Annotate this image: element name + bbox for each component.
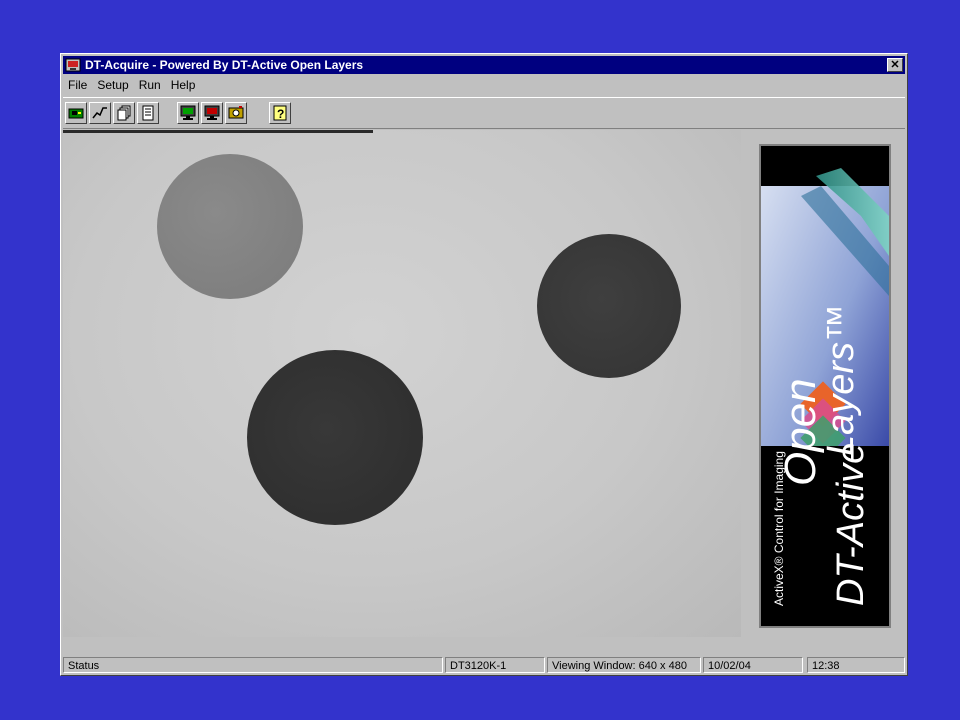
dt-active-open-layers-logo: Open Layers™ DT-Active ActiveX® Control …	[759, 144, 891, 628]
camera-button[interactable]	[225, 102, 247, 124]
logo-brand: DT-Active	[830, 443, 872, 606]
help-button[interactable]: ?	[269, 102, 291, 124]
svg-text:?: ?	[277, 107, 284, 121]
status-bar: Status DT3120K-1 Viewing Window: 640 x 4…	[63, 656, 905, 674]
camera-icon	[228, 106, 244, 119]
logo-graphic: Open Layers™ DT-Active ActiveX® Control …	[761, 146, 889, 626]
status-date: 10/02/04	[703, 657, 803, 673]
status-viewing-window: Viewing Window: 640 x 480	[547, 657, 701, 673]
monitor-green-icon	[180, 105, 196, 120]
graph-button[interactable]	[89, 102, 111, 124]
dark-disk-right	[537, 234, 681, 378]
acquire-button[interactable]	[65, 102, 87, 124]
status-time: 12:38	[807, 657, 905, 673]
viewport-top-edge	[63, 130, 373, 133]
monitor-green-button[interactable]	[177, 102, 199, 124]
title-bar[interactable]: DT-Acquire - Powered By DT-Active Open L…	[63, 56, 905, 74]
logo-product-layers: Layers™	[820, 304, 862, 456]
toolbar: ?	[63, 97, 905, 129]
graph-icon	[92, 107, 107, 119]
copy-frames-icon	[117, 105, 131, 121]
app-window: DT-Acquire - Powered By DT-Active Open L…	[60, 53, 908, 676]
close-button[interactable]: ✕	[887, 58, 903, 72]
window-title: DT-Acquire - Powered By DT-Active Open L…	[85, 58, 364, 72]
logo-tagline: ActiveX® Control for Imaging	[772, 451, 786, 606]
acquire-icon	[68, 108, 84, 119]
copy-frames-button[interactable]	[113, 102, 135, 124]
monitor-red-icon	[204, 105, 220, 120]
gray-disk	[157, 154, 303, 299]
menu-bar: File Setup Run Help	[63, 76, 905, 95]
frame-button[interactable]	[137, 102, 159, 124]
menu-setup[interactable]: Setup	[92, 76, 133, 95]
frame-icon	[142, 105, 154, 121]
dark-disk-bottom	[247, 350, 423, 525]
menu-help[interactable]: Help	[166, 76, 201, 95]
app-icon	[65, 58, 81, 72]
status-device: DT3120K-1	[445, 657, 545, 673]
help-icon: ?	[273, 105, 287, 121]
menu-run[interactable]: Run	[134, 76, 166, 95]
monitor-red-button[interactable]	[201, 102, 223, 124]
logo-panel: Open Layers™ DT-Active ActiveX® Control …	[743, 130, 907, 637]
image-viewport[interactable]	[63, 130, 741, 637]
status-text: Status	[63, 657, 443, 673]
menu-file[interactable]: File	[63, 76, 92, 95]
